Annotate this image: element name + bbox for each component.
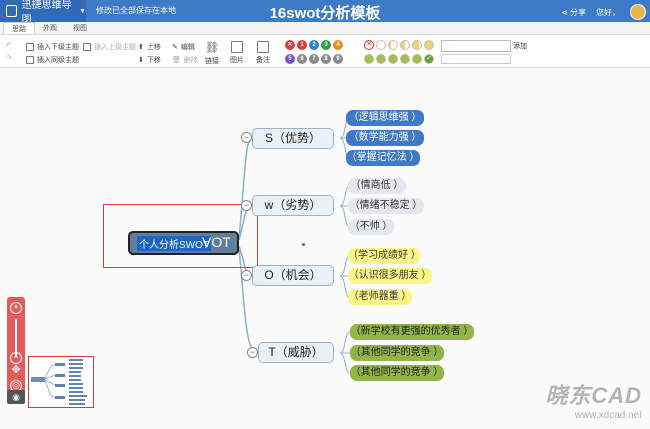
tab-idea[interactable]: 思路 [3, 22, 35, 34]
image-icon [231, 41, 243, 53]
progress-4-icon[interactable] [424, 40, 434, 50]
note-icon [257, 41, 269, 53]
progress-done-icon[interactable]: ✓ [424, 54, 434, 64]
arrow-down-icon: ⬇ [138, 57, 144, 64]
trash-icon: 🗑 [172, 57, 181, 64]
minimap[interactable] [28, 356, 94, 408]
watermark: 晓东CAD www.xdcad.net [545, 378, 642, 421]
user-greeting[interactable]: 您好， [596, 7, 620, 18]
zoom-in-icon[interactable]: + [10, 302, 22, 314]
priority-6-icon[interactable]: 6 [297, 54, 307, 64]
progress-9-icon[interactable] [412, 54, 422, 64]
eye-icon[interactable]: ◉ [7, 390, 25, 404]
collapse-toggle-w[interactable]: − [241, 200, 252, 211]
branch-topic-s[interactable]: S（优势） [252, 128, 334, 149]
add-tag-button[interactable]: 添加 [513, 41, 527, 51]
progress-palette: ✕ ✓ [364, 40, 434, 64]
progress-6-icon[interactable] [376, 54, 386, 64]
leaf-topic[interactable]: （不帅 ） [348, 219, 394, 235]
priority-8-icon[interactable]: 8 [321, 54, 331, 64]
leaf-topic[interactable]: （情商低 ） [348, 178, 406, 194]
pencil-icon: ✎ [172, 44, 178, 51]
avatar[interactable] [630, 4, 646, 20]
link-icon: ⛓ [205, 42, 219, 54]
priority-4-icon[interactable]: 4 [333, 40, 343, 50]
zoom-out-icon[interactable]: − [10, 352, 22, 364]
progress-8-icon[interactable] [400, 54, 410, 64]
leaf-topic[interactable]: （老师器重 ） [348, 289, 412, 305]
document-title[interactable]: 16swot分析模板 [0, 2, 650, 23]
tab-appearance[interactable]: 外观 [35, 22, 65, 34]
branch-topic-t[interactable]: T（威胁） [258, 342, 334, 363]
progress-clear-icon[interactable]: ✕ [364, 40, 374, 50]
redo-button[interactable]: ↷ [6, 54, 12, 62]
root-topic-text: VOT [202, 234, 231, 250]
watermark-url: www.xdcad.net [574, 410, 642, 421]
collapse-toggle-o[interactable]: − [241, 270, 252, 281]
collapse-toggle-t[interactable]: − [247, 347, 258, 358]
progress-1-icon[interactable] [388, 40, 398, 50]
progress-5-icon[interactable] [364, 54, 374, 64]
leaf-topic[interactable]: （逻辑思维强 ） [346, 110, 424, 126]
progress-3-icon[interactable] [412, 40, 422, 50]
progress-7-icon[interactable] [388, 54, 398, 64]
move-down-button[interactable]: ⬇ 下移 [138, 55, 161, 65]
watermark-brand: 晓东CAD [545, 383, 642, 408]
priority-1-icon[interactable]: 1 [297, 40, 307, 50]
priority-7-icon[interactable]: 7 [309, 54, 319, 64]
tag-list[interactable] [441, 54, 511, 64]
collapse-toggle-s[interactable]: − [241, 132, 252, 143]
leaf-topic[interactable]: （其他同学的竞争 ） [350, 365, 444, 381]
branch-topic-o[interactable]: O（机会） [252, 265, 334, 286]
link-button[interactable]: ⛓ 链接 [205, 41, 219, 66]
priority-clear-icon[interactable]: ✕ [285, 40, 295, 50]
leaf-topic[interactable]: （情绪不稳定 ） [348, 198, 424, 214]
leaf-topic[interactable]: （掌握记忆法 ） [346, 150, 420, 166]
zoom-panel: + − ✥ ◎ [7, 297, 25, 403]
edit-button[interactable]: ✎ 编辑 [172, 42, 195, 52]
mindmap-canvas[interactable]: 个人分析SWOT VOT − S（优势） （逻辑思维强 ） （数学能力强 ） （… [0, 68, 650, 429]
priority-9-icon[interactable]: 9 [333, 54, 343, 64]
ribbon-tabs: 思路 外观 视图 [0, 22, 650, 35]
undo-icon: ↶ [6, 42, 12, 49]
leaf-topic[interactable]: （认识很多朋友 ） [348, 268, 432, 284]
priority-5-icon[interactable]: 5 [285, 54, 295, 64]
insert-sibling-button[interactable]: 插入同级主题 [26, 55, 79, 65]
leaf-topic[interactable]: （数学能力强 ） [346, 130, 424, 146]
arrow-up-icon: ⬆ [138, 44, 144, 51]
redo-icon: ↷ [6, 55, 12, 62]
cursor-marker [302, 243, 305, 246]
insert-parent-button[interactable]: 插入上级主题 [83, 42, 136, 52]
undo-button[interactable]: ↶ [6, 41, 12, 49]
insert-child-icon [26, 43, 34, 51]
title-bar: 迅捷思维导图 ▼ 修改已全部保存在本地 16swot分析模板 ⋖ 分享 您好， [0, 0, 650, 26]
priority-3-icon[interactable]: 3 [321, 40, 331, 50]
priority-2-icon[interactable]: 2 [309, 40, 319, 50]
branch-topic-w[interactable]: w（劣势） [252, 195, 334, 216]
leaf-topic[interactable]: （学习成绩好 ） [348, 248, 421, 264]
leaf-topic[interactable]: （其他同学的竞争 ） [350, 345, 444, 361]
insert-sibling-icon [26, 56, 34, 64]
tag-input[interactable] [441, 40, 511, 52]
progress-2-icon[interactable] [400, 40, 410, 50]
insert-parent-icon [83, 43, 91, 51]
connector-lines [238, 117, 351, 374]
insert-child-button[interactable]: 插入下级主题 [26, 42, 79, 52]
root-topic[interactable]: 个人分析SWOT VOT [128, 231, 239, 255]
root-topic-selected-text[interactable]: 个人分析SWOT [137, 236, 211, 251]
minimap-preview [31, 359, 87, 405]
progress-0-icon[interactable] [376, 40, 386, 50]
tab-view[interactable]: 视图 [65, 22, 95, 34]
move-icon[interactable]: ✥ [10, 365, 22, 378]
leaf-topic[interactable]: （新学校有更强的优秀者 ） [350, 324, 474, 340]
note-button[interactable]: 备注 [256, 41, 270, 65]
priority-palette: ✕ 1 2 3 4 5 6 7 8 9 [285, 40, 343, 64]
move-up-button[interactable]: ⬆ 上移 [138, 42, 161, 52]
share-button[interactable]: ⋖ 分享 [561, 7, 586, 18]
delete-button[interactable]: 🗑 删除 [172, 55, 198, 65]
image-button[interactable]: 图片 [230, 41, 244, 65]
